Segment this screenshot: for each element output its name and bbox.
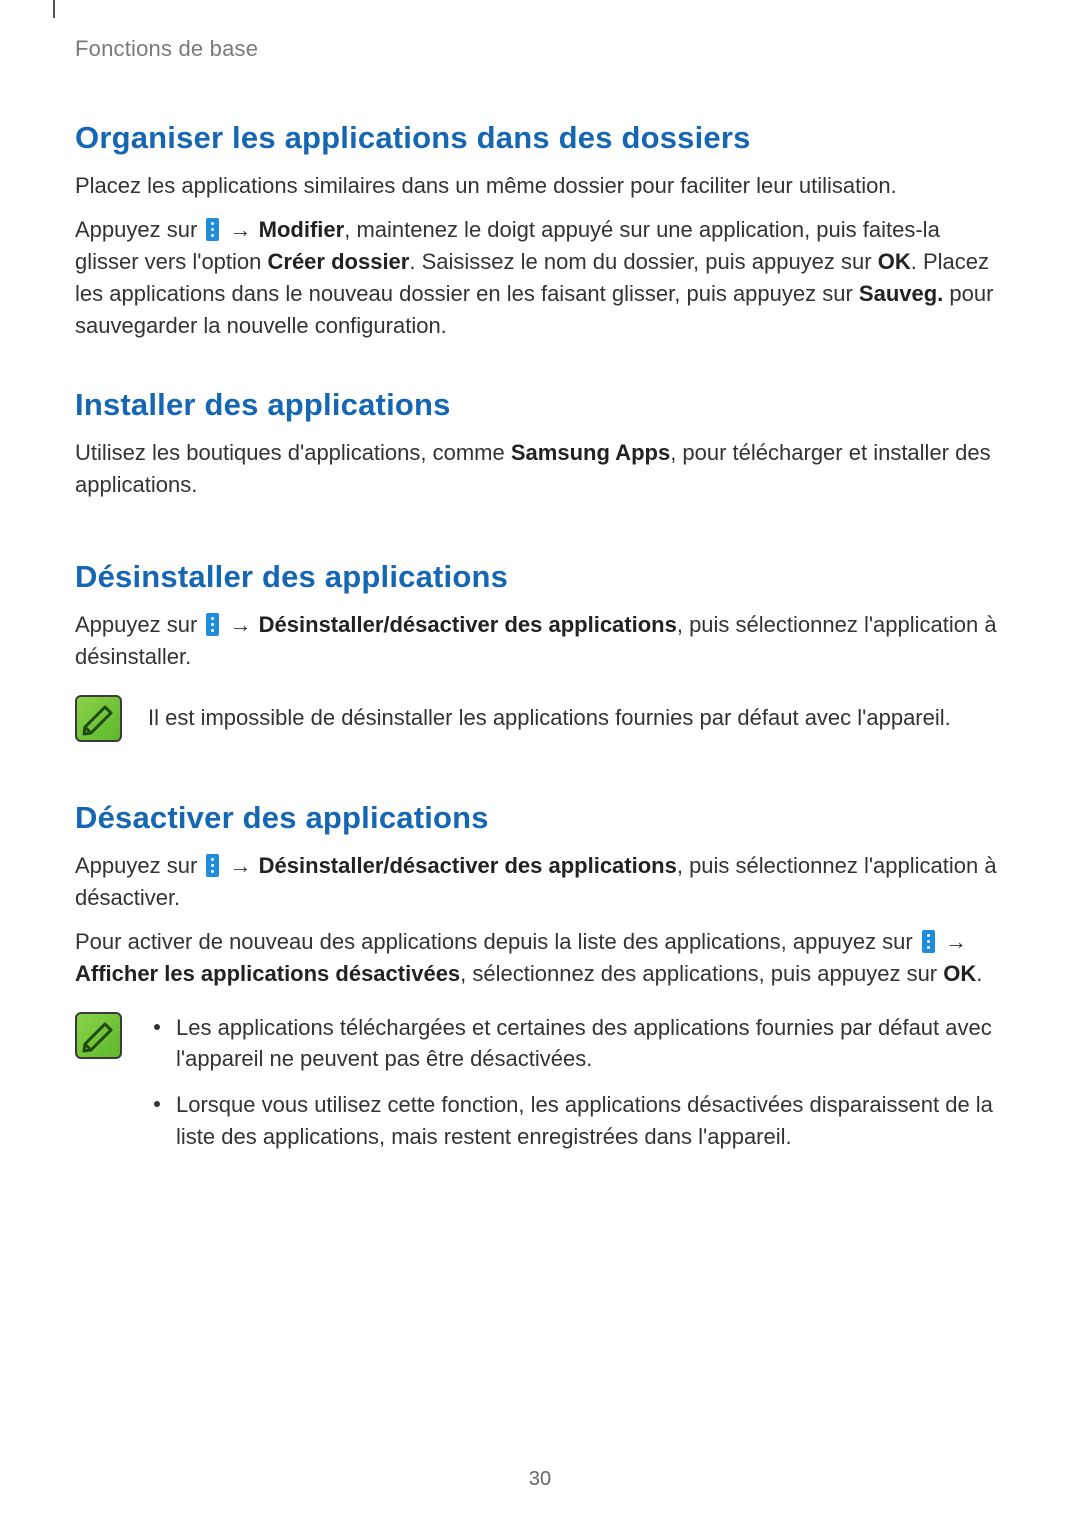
heading-desinstaller: Désinstaller des applications (75, 559, 1005, 595)
bold-creer-dossier: Créer dossier (268, 249, 410, 274)
text: Appuyez sur (75, 217, 203, 242)
note-text: Il est impossible de désinstaller les ap… (148, 695, 1005, 734)
list-item: Lorsque vous utilisez cette fonction, le… (148, 1089, 1005, 1153)
bold-desinstaller-desactiver: Désinstaller/désactiver des applications (259, 612, 677, 637)
text: Utilisez les boutiques d'applications, c… (75, 440, 511, 465)
para-s2-1: Utilisez les boutiques d'applications, c… (75, 437, 1005, 501)
text: . Saisissez le nom du dossier, puis appu… (409, 249, 877, 274)
more-menu-icon (206, 613, 219, 636)
heading-installer: Installer des applications (75, 387, 1005, 423)
para-s1-1: Placez les applications similaires dans … (75, 170, 1005, 202)
arrow-icon: → (945, 929, 967, 954)
heading-desactiver: Désactiver des applications (75, 800, 1005, 836)
text: Appuyez sur (75, 853, 203, 878)
bold-afficher-desactivees: Afficher les applications désactivées (75, 961, 460, 986)
page-number: 30 (0, 1468, 1080, 1491)
text: , sélectionnez des applications, puis ap… (460, 961, 943, 986)
bold-sauveg: Sauveg. (859, 281, 943, 306)
para-s4-2: Pour activer de nouveau des applications… (75, 926, 1005, 990)
bold-ok: OK (943, 961, 976, 986)
note-list: Les applications téléchargées et certain… (148, 1012, 1005, 1168)
para-s1-2: Appuyez sur → Modifier, maintenez le doi… (75, 214, 1005, 342)
bold-modifier: Modifier (259, 217, 345, 242)
arrow-icon: → (230, 217, 252, 242)
text: Pour activer de nouveau des applications… (75, 929, 919, 954)
note-block: Il est impossible de désinstaller les ap… (75, 695, 1005, 742)
note-icon (75, 695, 122, 742)
more-menu-icon (206, 218, 219, 241)
list-item: Les applications téléchargées et certain… (148, 1012, 1005, 1076)
bold-desinstaller-desactiver: Désinstaller/désactiver des applications (259, 853, 677, 878)
bold-samsung-apps: Samsung Apps (511, 440, 670, 465)
note-icon (75, 1012, 122, 1059)
more-menu-icon (206, 854, 219, 877)
bold-ok: OK (878, 249, 911, 274)
heading-organiser: Organiser les applications dans des doss… (75, 120, 1005, 156)
para-s3-1: Appuyez sur → Désinstaller/désactiver de… (75, 609, 1005, 673)
crop-mark (53, 0, 55, 18)
arrow-icon: → (230, 853, 252, 878)
note-block: Les applications téléchargées et certain… (75, 1012, 1005, 1168)
text: . (976, 961, 982, 986)
para-s4-1: Appuyez sur → Désinstaller/désactiver de… (75, 850, 1005, 914)
arrow-icon: → (230, 612, 252, 637)
more-menu-icon (922, 930, 935, 953)
breadcrumb: Fonctions de base (75, 0, 1005, 62)
text: Appuyez sur (75, 612, 203, 637)
document-page: Fonctions de base Organiser les applicat… (0, 0, 1080, 1527)
